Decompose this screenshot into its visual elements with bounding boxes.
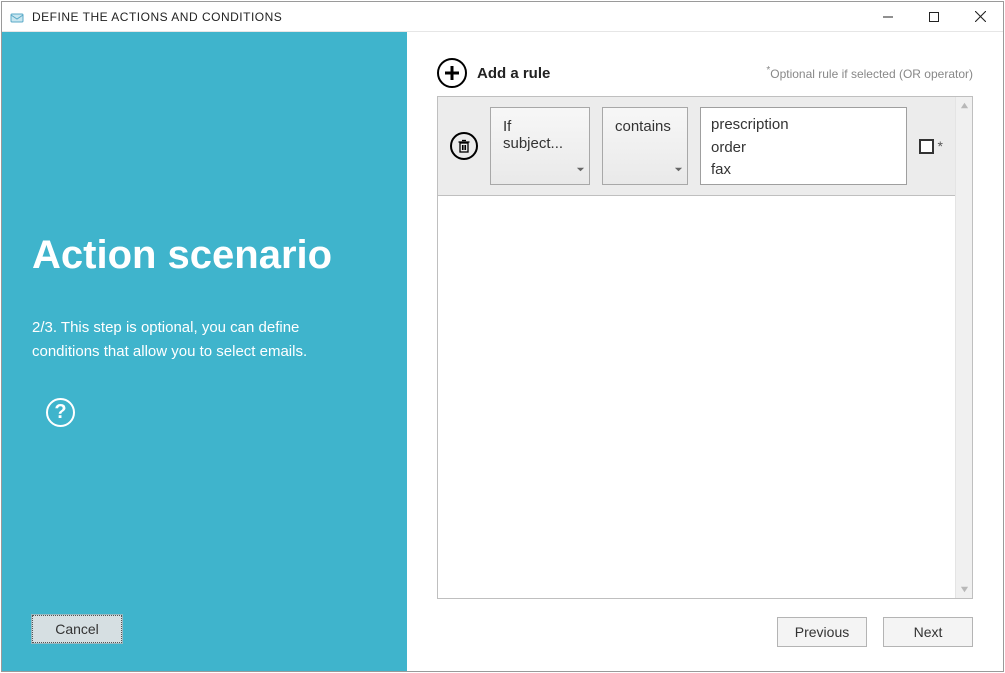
rule-field-label: If subject... bbox=[503, 118, 571, 152]
optional-hint: *Optional rule if selected (OR operator) bbox=[766, 65, 973, 81]
maximize-button[interactable] bbox=[911, 2, 957, 31]
rule-optional-toggle: * bbox=[919, 138, 943, 154]
rule-operator-dropdown[interactable]: contains bbox=[602, 107, 688, 185]
asterisk-label: * bbox=[938, 138, 943, 154]
window-controls bbox=[865, 2, 1003, 31]
vertical-scrollbar[interactable] bbox=[955, 97, 972, 598]
previous-button-label: Previous bbox=[795, 624, 849, 640]
next-button-label: Next bbox=[914, 624, 943, 640]
trash-icon bbox=[457, 139, 471, 153]
previous-button[interactable]: Previous bbox=[777, 617, 867, 647]
rule-optional-checkbox[interactable] bbox=[919, 139, 934, 154]
scroll-down-button[interactable] bbox=[956, 581, 972, 598]
window-title: DEFINE THE ACTIONS AND CONDITIONS bbox=[32, 10, 282, 24]
rule-operator-label: contains bbox=[615, 118, 671, 135]
rule-row: If subject... contains prescription orde… bbox=[438, 97, 955, 196]
titlebar: DEFINE THE ACTIONS AND CONDITIONS bbox=[2, 2, 1003, 32]
app-window: DEFINE THE ACTIONS AND CONDITIONS Action… bbox=[1, 1, 1004, 672]
page-title: Action scenario bbox=[32, 32, 377, 278]
chevron-down-icon bbox=[674, 161, 683, 178]
minimize-button[interactable] bbox=[865, 2, 911, 31]
plus-icon bbox=[437, 58, 467, 88]
rules-list-container: If subject... contains prescription orde… bbox=[437, 96, 973, 599]
add-rule-label: Add a rule bbox=[477, 65, 550, 82]
add-rule-button[interactable]: Add a rule bbox=[437, 58, 550, 88]
main-panel: Add a rule *Optional rule if selected (O… bbox=[407, 32, 1003, 671]
rules-list: If subject... contains prescription orde… bbox=[438, 97, 955, 598]
page-description: 2/3. This step is optional, you can defi… bbox=[32, 316, 362, 364]
next-button[interactable]: Next bbox=[883, 617, 973, 647]
chevron-down-icon bbox=[576, 161, 585, 178]
wizard-nav: Previous Next bbox=[777, 617, 973, 647]
help-button[interactable]: ? bbox=[46, 398, 75, 427]
sidebar: Action scenario 2/3. This step is option… bbox=[2, 32, 407, 671]
close-button[interactable] bbox=[957, 2, 1003, 31]
app-icon bbox=[10, 9, 26, 25]
cancel-button[interactable]: Cancel bbox=[32, 615, 122, 643]
rule-value-input[interactable]: prescription order fax bbox=[700, 107, 907, 185]
cancel-button-label: Cancel bbox=[55, 621, 99, 637]
help-icon: ? bbox=[54, 401, 66, 424]
delete-rule-button[interactable] bbox=[450, 132, 478, 160]
rule-field-dropdown[interactable]: If subject... bbox=[490, 107, 590, 185]
scroll-up-button[interactable] bbox=[956, 97, 972, 114]
